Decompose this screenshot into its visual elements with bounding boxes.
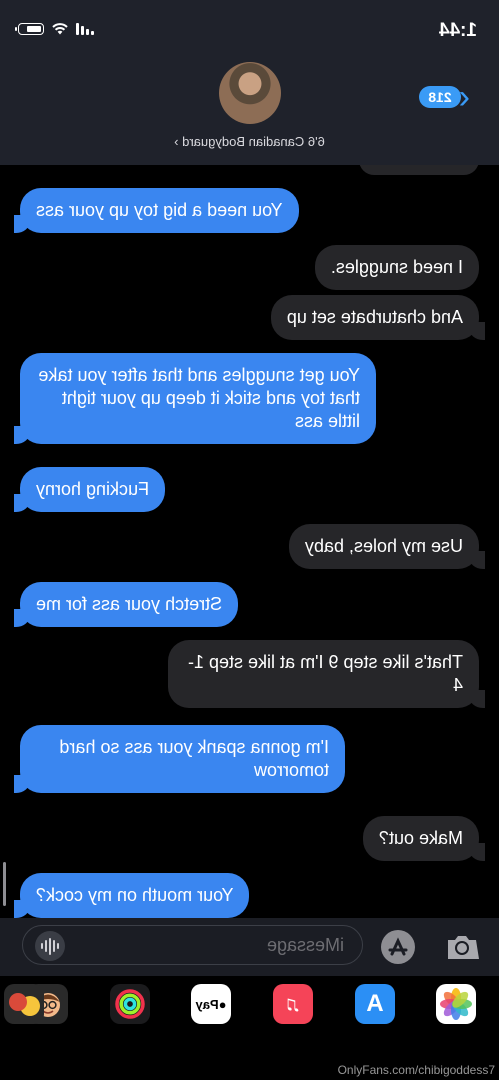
apple-pay-label: Pay	[195, 996, 219, 1012]
message-bubble-sent[interactable]: You need a big toy up your ass	[20, 188, 299, 233]
contact-avatar[interactable]	[219, 62, 281, 124]
apple-pay-button[interactable]: ● Pay	[191, 984, 231, 1024]
music-app-button[interactable]: ♫	[273, 984, 313, 1024]
app-drawer: A ♫ ● Pay	[0, 976, 499, 1036]
animoji-app-button[interactable]	[4, 984, 44, 1024]
animoji-icon	[9, 993, 40, 1016]
message-bubble-sent[interactable]: Fucking horny	[20, 467, 166, 512]
screen-mirrored: 1:44 ‹ 218 6'6 Canadian Bodyguard › You …	[0, 0, 499, 1080]
imessage-field[interactable]	[22, 925, 363, 965]
app-store-button[interactable]	[381, 930, 415, 964]
chevron-right-icon: ›	[174, 134, 179, 149]
activity-app-button[interactable]	[110, 984, 150, 1024]
unread-count-badge: 218	[419, 86, 461, 108]
status-icons	[18, 22, 94, 35]
status-time: 1:44	[438, 20, 477, 41]
conversation-header: 1:44 ‹ 218 6'6 Canadian Bodyguard ›	[0, 0, 499, 165]
message-bubble-sent[interactable]: Stretch your ass for me	[20, 582, 239, 627]
audio-message-button[interactable]	[35, 931, 65, 961]
app-store-icon	[388, 937, 408, 956]
message-bubble-received[interactable]: Use my holes, baby	[288, 524, 479, 569]
message-input[interactable]	[82, 926, 346, 965]
battery-icon	[18, 22, 44, 35]
message-bubble-partial	[359, 165, 479, 175]
message-bubble-sent[interactable]: Your mouth on my cock?	[20, 873, 250, 918]
message-bubble-received[interactable]: I need snuggles.	[314, 245, 479, 290]
message-bubble-received[interactable]: That's like step 9 I'm at like step 1-4	[168, 640, 479, 708]
photos-app-button[interactable]	[436, 984, 476, 1024]
back-button[interactable]: ‹ 218	[419, 78, 470, 116]
watermark: OnlyFans.com/chibigoddess7	[337, 1063, 495, 1077]
message-bubble-sent[interactable]: You get snuggles and that after you take…	[20, 353, 376, 444]
app-store-app-button[interactable]: A	[355, 984, 395, 1024]
message-thread[interactable]: You need a big toy up your ass I need sn…	[0, 165, 499, 920]
apple-logo-icon: ●	[218, 996, 227, 1012]
contact-name-link[interactable]: 6'6 Canadian Bodyguard ›	[0, 134, 499, 149]
compose-bar	[0, 918, 499, 976]
cellular-signal-icon	[76, 22, 94, 35]
contact-name: 6'6 Canadian Bodyguard	[182, 134, 325, 149]
message-bubble-sent[interactable]: I'm gonna spank your ass so hard tomorro…	[20, 725, 345, 793]
photos-icon	[440, 988, 472, 1020]
scroll-indicator[interactable]	[3, 862, 6, 906]
camera-icon[interactable]	[445, 931, 479, 963]
activity-rings-icon	[115, 989, 145, 1019]
message-bubble-received[interactable]: Make out?	[362, 816, 479, 861]
message-bubble-received[interactable]: And chaturbate set up	[270, 295, 479, 340]
wifi-icon	[52, 23, 68, 35]
